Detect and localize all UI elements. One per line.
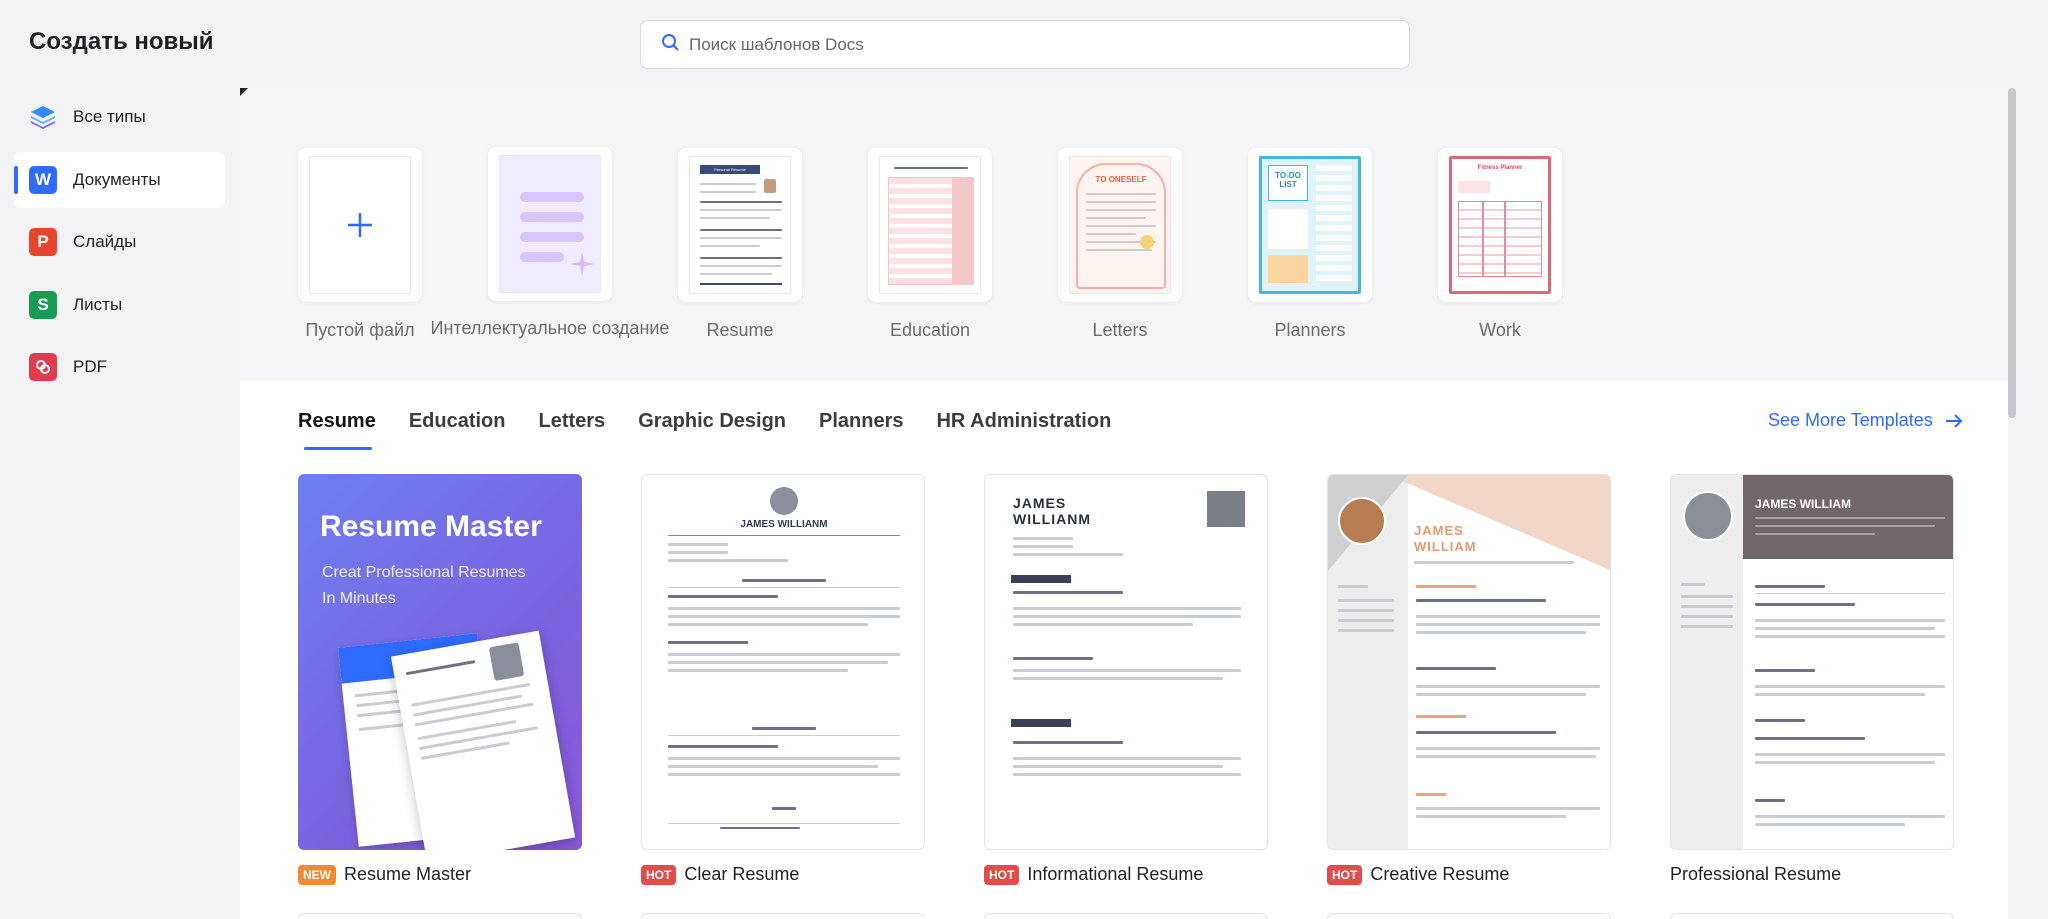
template-blank-file[interactable]: Пустой файл bbox=[298, 148, 422, 340]
avatar bbox=[770, 487, 798, 515]
sidebar-item-label: PDF bbox=[73, 357, 107, 376]
resume-thumbnail: Personal Resume bbox=[689, 156, 791, 294]
card-resume-name: WILLIAM bbox=[1414, 539, 1477, 554]
template-label: Resume bbox=[706, 320, 774, 340]
card-resume-name: WILLIANM bbox=[1013, 511, 1091, 527]
template-card-professional-resume[interactable]: JAMES WILLIAM Professional Resume bbox=[1670, 474, 1954, 885]
tab-hr-administration[interactable]: HR Administration bbox=[936, 410, 1111, 433]
card-subline: In Minutes bbox=[322, 590, 396, 607]
plus-icon bbox=[348, 213, 372, 237]
template-resume[interactable]: Personal Resume Resume bbox=[678, 148, 802, 340]
category-tabs: Resume Education Letters Graphic Design … bbox=[298, 410, 1144, 450]
card-subline: Creat Professional Resumes bbox=[322, 564, 526, 581]
thumb-title: LIST bbox=[1279, 180, 1297, 189]
arrow-right-icon bbox=[1945, 413, 1963, 428]
thumb-title: TO-DO bbox=[1275, 171, 1301, 180]
avatar bbox=[1683, 491, 1733, 541]
template-label: Education bbox=[889, 320, 971, 340]
card-title: Professional Resume bbox=[1670, 864, 1842, 884]
education-thumbnail bbox=[879, 156, 981, 294]
word-doc-icon: W bbox=[29, 166, 57, 194]
next-row-card bbox=[1670, 913, 1954, 919]
thumb-title: Personal Resume bbox=[700, 165, 760, 174]
thumb-title: TO ONESELF bbox=[1095, 175, 1147, 184]
next-row-card bbox=[641, 913, 925, 919]
hot-badge: HOT bbox=[1327, 864, 1363, 885]
card-title: Clear Resume bbox=[684, 864, 800, 884]
sidebar-item-label: Слайды bbox=[73, 232, 137, 251]
sidebar-item-label: Листы bbox=[73, 295, 123, 314]
template-card-clear-resume[interactable]: JAMES WILLIANM HOT Clear Resume bbox=[641, 474, 925, 885]
tab-resume[interactable]: Resume bbox=[298, 410, 376, 450]
slides-icon: P bbox=[29, 228, 57, 256]
see-more-templates-link[interactable]: See More Templates bbox=[1768, 410, 1963, 431]
blank-page bbox=[309, 156, 411, 294]
card-thumbnail: JAMES WILLIAM bbox=[1327, 474, 1611, 850]
template-smart-create[interactable]: Интеллектуальное создание bbox=[431, 147, 669, 338]
tab-graphic-design[interactable]: Graphic Design bbox=[638, 410, 786, 433]
card-resume-name: JAMES WILLIANM bbox=[740, 519, 828, 530]
layers-icon bbox=[29, 103, 57, 131]
letters-thumbnail: TO ONESELF bbox=[1069, 156, 1171, 294]
card-title: Informational Resume bbox=[1027, 864, 1204, 884]
next-row-card bbox=[298, 913, 582, 919]
sidebar-item-documents[interactable]: W Документы bbox=[14, 152, 225, 208]
planners-thumbnail: TO-DO LIST bbox=[1259, 156, 1361, 294]
scrollbar[interactable] bbox=[2008, 88, 2016, 418]
search-icon bbox=[641, 33, 679, 56]
template-work[interactable]: Fitness Planner Work bbox=[1438, 148, 1562, 340]
see-more-label: See More Templates bbox=[1768, 410, 1933, 430]
search-input[interactable] bbox=[689, 34, 1369, 55]
card-resume-name: JAMES bbox=[1013, 495, 1067, 511]
tab-education[interactable]: Education bbox=[409, 410, 506, 433]
card-thumbnail: JAMES WILLIAM bbox=[1670, 474, 1954, 850]
card-thumbnail: JAMES WILLIANM bbox=[984, 474, 1268, 850]
avatar bbox=[1207, 491, 1245, 527]
sidebar-item-all-types[interactable]: Все типы bbox=[14, 89, 225, 145]
quick-templates-band: Пустой файл Интеллектуальное создание Pe… bbox=[240, 88, 2008, 381]
new-badge: NEW bbox=[298, 864, 336, 885]
avatar bbox=[1338, 497, 1386, 545]
sidebar: Создать новый Все типы W Документы P Сла… bbox=[0, 0, 240, 919]
card-headline: Resume Master bbox=[320, 510, 542, 543]
hot-badge: HOT bbox=[641, 864, 677, 885]
smart-create-icon bbox=[499, 155, 601, 293]
template-planners[interactable]: TO-DO LIST Planners bbox=[1248, 148, 1372, 340]
sidebar-item-label: Все типы bbox=[73, 107, 146, 126]
card-thumbnail: JAMES WILLIANM bbox=[641, 474, 925, 850]
template-letters[interactable]: TO ONESELF Letters bbox=[1058, 148, 1182, 340]
template-card-resume-master[interactable]: Resume Master Creat Professional Resumes… bbox=[298, 474, 582, 885]
work-thumbnail: Fitness Planner bbox=[1449, 156, 1551, 294]
template-label: Planners bbox=[1274, 320, 1346, 340]
next-row-card bbox=[1327, 913, 1611, 919]
search-bar[interactable] bbox=[640, 20, 1410, 69]
sidebar-item-slides[interactable]: P Слайды bbox=[14, 214, 225, 270]
sidebar-item-sheets[interactable]: S Листы bbox=[14, 277, 225, 333]
sidebar-title: Создать новый bbox=[29, 28, 214, 55]
tab-planners[interactable]: Planners bbox=[819, 410, 903, 433]
card-thumbnail: Resume Master Creat Professional Resumes… bbox=[298, 474, 582, 850]
template-card-informational-resume[interactable]: JAMES WILLIANM HOT Informational Resume bbox=[984, 474, 1268, 885]
template-label: Letters bbox=[1092, 320, 1148, 340]
sidebar-item-label: Документы bbox=[73, 170, 161, 189]
template-label: Work bbox=[1479, 320, 1521, 340]
pdf-icon bbox=[29, 353, 57, 381]
card-title: Resume Master bbox=[344, 864, 472, 884]
card-resume-name: JAMES bbox=[1414, 523, 1464, 538]
template-card-creative-resume[interactable]: JAMES WILLIAM HOT Creative Resume bbox=[1327, 474, 1611, 885]
sheets-icon: S bbox=[29, 291, 57, 319]
card-title: Creative Resume bbox=[1370, 864, 1510, 884]
card-resume-name: JAMES WILLIAM bbox=[1755, 497, 1851, 511]
hot-badge: HOT bbox=[984, 864, 1020, 885]
next-row-card bbox=[984, 913, 1268, 919]
tab-letters[interactable]: Letters bbox=[538, 410, 605, 433]
sidebar-item-pdf[interactable]: PDF bbox=[14, 339, 225, 395]
thumb-title: Fitness Planner bbox=[1477, 165, 1523, 171]
template-education[interactable]: Education bbox=[868, 148, 992, 340]
